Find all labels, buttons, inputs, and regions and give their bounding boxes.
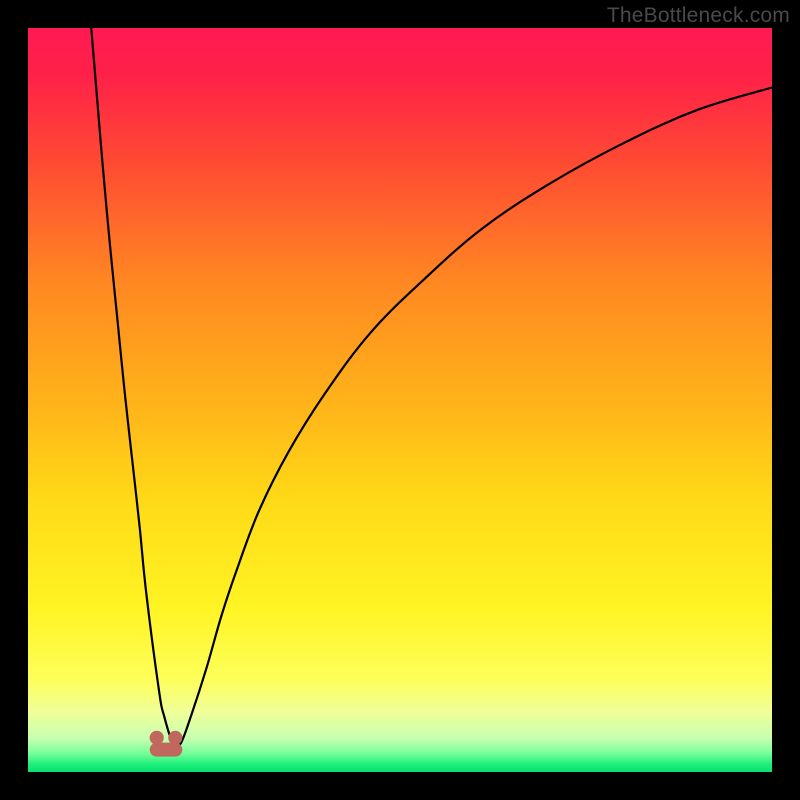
cusp-marker-right <box>168 731 182 745</box>
plot-area <box>28 28 772 772</box>
watermark-text: TheBottleneck.com <box>607 4 790 28</box>
cusp-marker-left <box>150 731 164 745</box>
curve-layer <box>28 28 772 772</box>
chart-frame: TheBottleneck.com <box>0 0 800 800</box>
bottleneck-curve <box>91 28 772 748</box>
